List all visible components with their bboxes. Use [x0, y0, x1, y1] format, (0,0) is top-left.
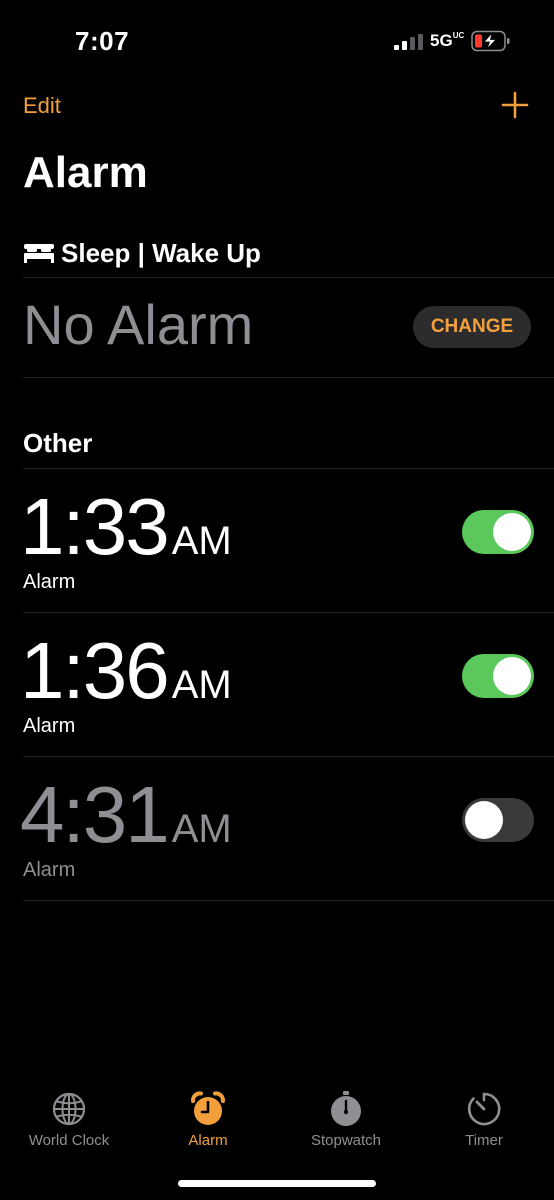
alarm-row[interactable]: 1:36 AM Alarm	[0, 613, 554, 757]
stopwatch-icon	[331, 1091, 361, 1126]
tab-timer[interactable]: Timer	[424, 1082, 544, 1150]
alarm-toggle[interactable]	[462, 510, 534, 554]
tab-label: World Clock	[28, 1132, 110, 1149]
tab-bar: World Clock Alarm Stopwatch Timer	[0, 1082, 554, 1162]
alarm-time[interactable]: 1:36 AM	[20, 625, 232, 717]
edit-button[interactable]: Edit	[23, 93, 61, 119]
alarm-label: Alarm	[23, 571, 76, 593]
alarm-ampm: AM	[171, 519, 232, 563]
battery-charging-icon	[471, 30, 510, 52]
alarm-toggle[interactable]	[462, 654, 534, 698]
toggle-knob	[465, 801, 503, 839]
alarm-row[interactable]: 4:31 AM Alarm	[0, 757, 554, 901]
network-indicator: 5GUC	[430, 31, 465, 51]
alarm-label: Alarm	[23, 715, 76, 737]
alarm-toggle[interactable]	[462, 798, 534, 842]
home-indicator[interactable]	[178, 1180, 376, 1187]
alarm-time[interactable]: 1:33 AM	[20, 481, 232, 573]
sleep-section-header: Sleep | Wake Up	[23, 236, 261, 270]
timer-icon	[467, 1092, 501, 1126]
network-type: 5G	[430, 31, 453, 50]
alarm-time[interactable]: 4:31 AM	[20, 769, 232, 861]
plus-icon[interactable]	[499, 89, 531, 121]
alarm-time-digits: 1:33	[20, 482, 170, 571]
alarm-ampm: AM	[171, 807, 232, 851]
status-bar: 7:07 5GUC	[0, 0, 554, 80]
tab-stopwatch[interactable]: Stopwatch	[286, 1082, 406, 1150]
tab-world-clock[interactable]: World Clock	[9, 1082, 129, 1150]
network-badge: UC	[452, 31, 465, 40]
alarm-ampm: AM	[171, 663, 232, 707]
alarm-clock-icon	[191, 1091, 225, 1125]
bed-icon	[24, 244, 54, 263]
status-time: 7:07	[75, 26, 130, 56]
toggle-knob	[493, 657, 531, 695]
sleep-alarm-status: No Alarm	[23, 293, 254, 356]
tab-label: Stopwatch	[310, 1132, 382, 1149]
globe-icon	[52, 1092, 86, 1126]
change-button[interactable]: CHANGE	[413, 306, 531, 348]
alarm-time-digits: 1:36	[20, 626, 170, 715]
divider	[23, 277, 554, 278]
tab-label: Timer	[465, 1132, 503, 1149]
divider	[23, 900, 554, 901]
cellular-signal-icon	[394, 34, 423, 50]
alarm-row[interactable]: 1:33 AM Alarm	[0, 469, 554, 613]
tab-label: Alarm	[188, 1132, 228, 1149]
page-title: Alarm	[23, 148, 148, 197]
divider	[23, 377, 554, 378]
alarm-label: Alarm	[23, 859, 76, 881]
tab-alarm[interactable]: Alarm	[148, 1082, 268, 1150]
alarm-time-digits: 4:31	[20, 770, 170, 859]
toggle-knob	[493, 513, 531, 551]
sleep-title: Sleep | Wake Up	[61, 237, 261, 268]
other-section-title: Other	[23, 428, 93, 458]
